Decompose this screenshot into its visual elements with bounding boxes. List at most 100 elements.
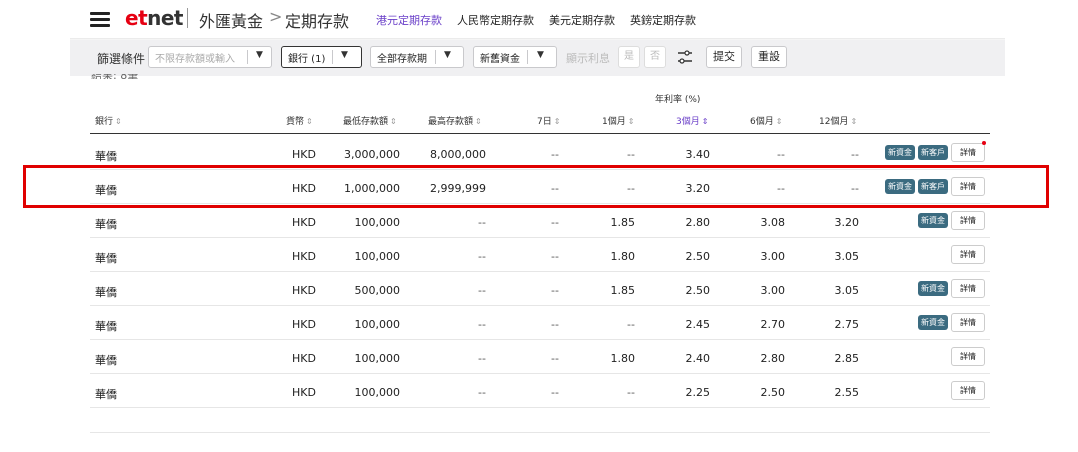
rate-group-header: 年利率 (%) bbox=[655, 95, 701, 105]
cell-12m: 2.85 bbox=[834, 352, 860, 365]
breadcrumb-section[interactable]: 外匯黃金 bbox=[199, 8, 263, 32]
cell-7d: -- bbox=[551, 386, 559, 399]
cell-bank[interactable]: 華僑 bbox=[95, 386, 117, 402]
cell-currency: HKD bbox=[292, 352, 316, 365]
table-row: 華僑 HKD 1,000,000 2,999,999 -- -- 3.20 --… bbox=[90, 170, 990, 204]
top-nav: etnet 外匯黃金 > 定期存款 港元定期存款 人民幣定期存款 美元定期存款 … bbox=[0, 0, 1078, 40]
cell-max: -- bbox=[478, 284, 486, 297]
cell-currency: HKD bbox=[292, 182, 316, 195]
col-currency-label: 貨幣 bbox=[286, 117, 305, 127]
col-max-deposit[interactable]: 最高存款額 ⇕ bbox=[428, 114, 482, 127]
col-min-deposit[interactable]: 最低存款額 ⇕ bbox=[343, 114, 397, 127]
table-row: 華僑 HKD 3,000,000 8,000,000 -- -- 3.40 --… bbox=[90, 136, 990, 170]
etnet-logo[interactable]: etnet bbox=[125, 6, 183, 30]
detail-button[interactable]: 詳情 bbox=[951, 245, 985, 264]
dropdown-separator bbox=[247, 50, 248, 64]
cell-min: 100,000 bbox=[354, 386, 401, 399]
cell-3m: 3.40 bbox=[685, 148, 711, 161]
detail-button[interactable]: 詳情 bbox=[951, 347, 985, 366]
cell-bank[interactable]: 華僑 bbox=[95, 352, 117, 368]
show-interest-no[interactable]: 否 bbox=[644, 46, 666, 68]
amount-input[interactable]: 不限存款額或輸入 ▼ bbox=[148, 46, 272, 68]
cell-1m: 1.80 bbox=[610, 352, 636, 365]
detail-button[interactable]: 詳情 bbox=[951, 141, 986, 162]
period-select[interactable]: 全部存款期 ▼ bbox=[370, 46, 464, 68]
table-row: 華僑 HKD 100,000 -- -- 1.85 2.80 3.08 3.20… bbox=[90, 204, 990, 238]
chevron-down-icon: ▼ bbox=[537, 50, 544, 60]
cell-6m: 3.00 bbox=[760, 250, 786, 263]
cell-bank[interactable]: 華僑 bbox=[95, 284, 117, 300]
filter-bar: 篩選條件 不限存款額或輸入 ▼ 銀行 (1) ▼ 全部存款期 ▼ 新舊資金 ▼ … bbox=[70, 40, 1005, 76]
col-12m[interactable]: 12個月 ⇕ bbox=[819, 114, 857, 127]
cell-bank[interactable]: 華僑 bbox=[95, 250, 117, 266]
tab-hkd[interactable]: 港元定期存款 bbox=[376, 12, 442, 28]
detail-button[interactable]: 詳情 bbox=[951, 177, 985, 196]
cell-12m: 2.55 bbox=[834, 386, 860, 399]
cell-1m: -- bbox=[627, 148, 635, 161]
bank-select-value: 銀行 (1) bbox=[288, 53, 326, 65]
col-max-label: 最高存款額 bbox=[428, 117, 474, 127]
table-row: 華僑 HKD 100,000 -- -- -- 2.45 2.70 2.75 新… bbox=[90, 306, 990, 340]
cell-12m: 3.20 bbox=[834, 216, 860, 229]
cell-max: 8,000,000 bbox=[430, 148, 486, 161]
table-row: 華僑 HKD 100,000 -- -- 1.80 2.40 2.80 2.85… bbox=[90, 340, 990, 374]
col-bank[interactable]: 銀行 ⇕ bbox=[95, 114, 122, 127]
cell-bank[interactable]: 華僑 bbox=[95, 216, 117, 232]
new-funds-badge: 新資金 bbox=[918, 281, 948, 296]
row-actions: 詳情 bbox=[951, 347, 985, 366]
cell-max: -- bbox=[478, 386, 486, 399]
menu-icon[interactable] bbox=[90, 12, 110, 27]
new-client-badge: 新客戶 bbox=[918, 145, 948, 160]
fund-select-value: 新舊資金 bbox=[480, 53, 520, 65]
submit-button[interactable]: 提交 bbox=[706, 46, 742, 68]
detail-button[interactable]: 詳情 bbox=[951, 313, 985, 332]
tab-gbp[interactable]: 英鎊定期存款 bbox=[630, 12, 696, 28]
chevron-down-icon: ▼ bbox=[341, 50, 348, 60]
col-7d-label: 7日 bbox=[537, 117, 552, 127]
tab-usd[interactable]: 美元定期存款 bbox=[549, 12, 615, 28]
col-3m[interactable]: 3個月 ⇕ bbox=[676, 114, 708, 127]
logo-net: net bbox=[147, 6, 183, 30]
detail-button[interactable]: 詳情 bbox=[951, 381, 985, 400]
cell-min: 3,000,000 bbox=[344, 148, 400, 161]
bank-select[interactable]: 銀行 (1) ▼ bbox=[281, 46, 362, 68]
cell-1m: 1.85 bbox=[610, 216, 636, 229]
cell-12m: 3.05 bbox=[834, 284, 860, 297]
cell-1m: -- bbox=[627, 386, 635, 399]
cell-3m: 2.25 bbox=[685, 386, 711, 399]
cell-3m: 2.50 bbox=[685, 250, 711, 263]
cell-max: -- bbox=[478, 352, 486, 365]
show-interest-yes[interactable]: 是 bbox=[618, 46, 640, 68]
cell-7d: -- bbox=[551, 216, 559, 229]
col-currency[interactable]: 貨幣 ⇕ bbox=[286, 114, 313, 127]
row-actions: 新資金 新客戶 詳情 bbox=[885, 177, 985, 196]
cell-min: 500,000 bbox=[354, 284, 401, 297]
period-select-value: 全部存款期 bbox=[377, 53, 427, 65]
col-1m[interactable]: 1個月 ⇕ bbox=[602, 114, 634, 127]
cell-max: -- bbox=[478, 250, 486, 263]
dropdown-separator bbox=[527, 50, 528, 64]
row-actions: 新資金 詳情 bbox=[918, 211, 985, 230]
tab-rmb[interactable]: 人民幣定期存款 bbox=[457, 12, 534, 28]
sort-icon: ⇕ bbox=[850, 117, 858, 126]
cell-6m: -- bbox=[777, 182, 785, 195]
cell-bank[interactable]: 華僑 bbox=[95, 182, 117, 198]
detail-button[interactable]: 詳情 bbox=[951, 279, 985, 298]
cell-currency: HKD bbox=[292, 250, 316, 263]
cell-12m: -- bbox=[851, 182, 859, 195]
cell-max: -- bbox=[478, 216, 486, 229]
reset-button[interactable]: 重設 bbox=[751, 46, 787, 68]
filter-settings-icon[interactable] bbox=[677, 49, 693, 65]
breadcrumb-separator-icon: > bbox=[269, 7, 283, 26]
cell-min: 100,000 bbox=[354, 352, 401, 365]
cell-1m: 1.85 bbox=[610, 284, 636, 297]
cell-bank[interactable]: 華僑 bbox=[95, 148, 117, 164]
cell-bank[interactable]: 華僑 bbox=[95, 318, 117, 334]
sort-icon: ⇕ bbox=[306, 117, 313, 126]
fund-select[interactable]: 新舊資金 ▼ bbox=[473, 46, 557, 68]
sort-icon: ⇕ bbox=[553, 117, 561, 126]
detail-button[interactable]: 詳情 bbox=[951, 211, 985, 230]
cell-6m: 3.00 bbox=[760, 284, 786, 297]
col-7d[interactable]: 7日 ⇕ bbox=[537, 114, 560, 127]
col-6m[interactable]: 6個月 ⇕ bbox=[750, 114, 782, 127]
